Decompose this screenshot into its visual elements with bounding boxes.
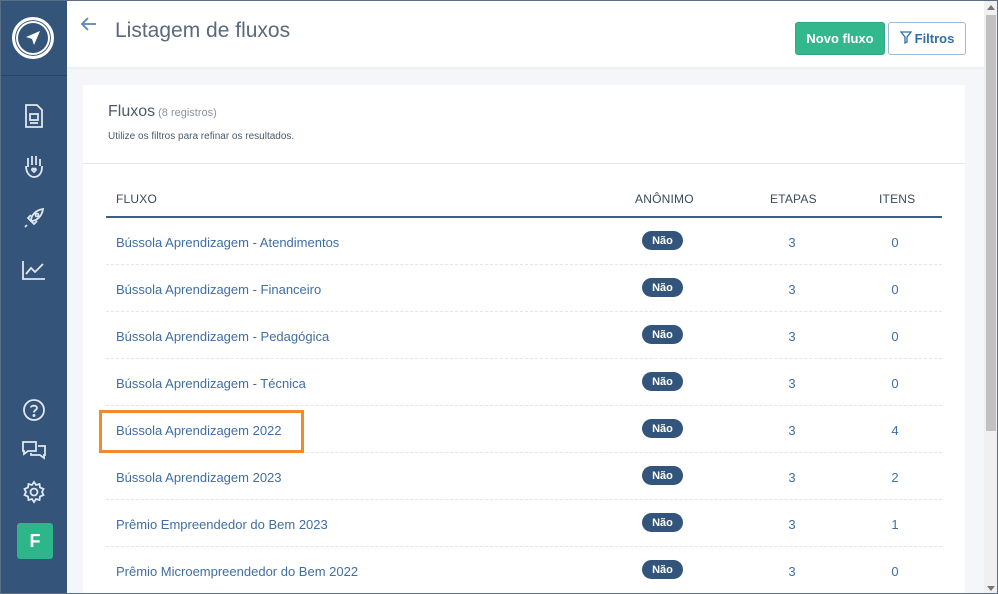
table-row[interactable]: Prêmio Empreendedor do Bem 2023 Não 3 1 <box>106 500 942 547</box>
steps-count[interactable]: 3 <box>777 282 807 297</box>
anonymous-badge: Não <box>642 231 683 250</box>
highlight-box <box>99 410 304 453</box>
avatar[interactable]: F <box>17 523 53 559</box>
anonymous-badge: Não <box>642 466 683 485</box>
scroll-down-arrow-icon[interactable] <box>987 586 995 591</box>
card-subtitle: Utilize os filtros para refinar os resul… <box>108 131 295 142</box>
items-count[interactable]: 2 <box>880 470 910 485</box>
anonymous-badge: Não <box>642 560 683 579</box>
table-row[interactable]: Prêmio Microempreendedor do Bem 2022 Não 3… <box>106 547 942 593</box>
items-count[interactable]: 1 <box>880 517 910 532</box>
app-window: F Listagem de fluxos Novo fluxo Filtros … <box>0 0 998 594</box>
flow-name-link[interactable]: Bússola Aprendizagem - Pedagógica <box>116 329 329 344</box>
document-icon[interactable] <box>19 101 49 131</box>
flows-table: FLUXO ANÔNIMO ETAPAS ITENS Bússola Apren… <box>106 180 942 593</box>
table-row[interactable]: Bússola Aprendizagem - Técnica Não 3 0 <box>106 359 942 406</box>
scrollbar[interactable] <box>984 1 997 593</box>
table-body: Bússola Aprendizagem - Atendimentos Não 3 0… <box>106 218 942 593</box>
flow-name-link[interactable]: Prêmio Microempreendedor do Bem 2022 <box>116 564 358 579</box>
flow-name-link[interactable]: Prêmio Empreendedor do Bem 2023 <box>116 517 328 532</box>
card-header: Fluxos (8 registros) Utilize os filtros p… <box>83 85 965 164</box>
card-title: Fluxos (8 registros) <box>108 103 217 121</box>
gear-icon[interactable] <box>19 477 49 507</box>
hand-heart-icon[interactable] <box>19 151 49 181</box>
page-title: Listagem de fluxos <box>115 19 291 42</box>
filter-icon <box>899 30 912 47</box>
sidebar: F <box>1 1 67 593</box>
anonymous-badge: Não <box>642 278 683 297</box>
rocket-icon[interactable] <box>19 203 49 233</box>
steps-count[interactable]: 3 <box>777 517 807 532</box>
flow-name-link[interactable]: Bússola Aprendizagem 2023 <box>116 470 282 485</box>
anonymous-badge: Não <box>642 419 683 438</box>
chart-icon[interactable] <box>19 255 49 285</box>
items-count[interactable]: 0 <box>880 329 910 344</box>
items-count[interactable]: 0 <box>880 282 910 297</box>
table-row[interactable]: Bússola Aprendizagem - Financeiro Não 3 0 <box>106 265 942 312</box>
anonymous-badge: Não <box>642 513 683 532</box>
steps-count[interactable]: 3 <box>777 235 807 250</box>
flow-name-link[interactable]: Bússola Aprendizagem - Atendimentos <box>116 235 339 250</box>
column-header-items[interactable]: ITENS <box>879 192 915 206</box>
chat-icon[interactable] <box>19 435 49 465</box>
column-header-steps[interactable]: ETAPAS <box>770 192 817 206</box>
steps-count[interactable]: 3 <box>777 423 807 438</box>
steps-count[interactable]: 3 <box>777 376 807 391</box>
table-row[interactable]: Bússola Aprendizagem - Pedagógica Não 3 0 <box>106 312 942 359</box>
steps-count[interactable]: 3 <box>777 329 807 344</box>
help-icon[interactable] <box>19 395 49 425</box>
items-count[interactable]: 4 <box>880 423 910 438</box>
flow-name-link[interactable]: Bússola Aprendizagem - Técnica <box>116 376 306 391</box>
page-header: Listagem de fluxos Novo fluxo Filtros <box>67 1 997 67</box>
new-flow-button[interactable]: Novo fluxo <box>795 22 885 55</box>
sidebar-divider <box>1 75 67 76</box>
steps-count[interactable]: 3 <box>777 564 807 579</box>
flows-card: Fluxos (8 registros) Utilize os filtros p… <box>83 85 965 593</box>
items-count[interactable]: 0 <box>880 376 910 391</box>
table-header: FLUXO ANÔNIMO ETAPAS ITENS <box>106 180 942 218</box>
scroll-up-arrow-icon[interactable] <box>987 5 995 10</box>
back-arrow-icon[interactable] <box>80 15 97 36</box>
table-row[interactable]: Bússola Aprendizagem 2023 Não 3 2 <box>106 453 942 500</box>
flow-name-link[interactable]: Bússola Aprendizagem - Financeiro <box>116 282 321 297</box>
anonymous-badge: Não <box>642 372 683 391</box>
card-title-text: Fluxos <box>108 103 156 120</box>
logo-icon[interactable] <box>12 17 54 59</box>
items-count[interactable]: 0 <box>880 564 910 579</box>
items-count[interactable]: 0 <box>880 235 910 250</box>
column-header-anonymous[interactable]: ANÔNIMO <box>635 192 694 206</box>
anonymous-badge: Não <box>642 325 683 344</box>
scrollbar-thumb[interactable] <box>986 15 996 431</box>
filter-button[interactable]: Filtros <box>888 22 966 55</box>
record-count: (8 registros) <box>158 107 217 119</box>
column-header-flow[interactable]: FLUXO <box>116 192 157 206</box>
filter-button-label: Filtros <box>914 31 955 46</box>
table-row[interactable]: Bússola Aprendizagem - Atendimentos Não 3 0 <box>106 218 942 265</box>
steps-count[interactable]: 3 <box>777 470 807 485</box>
